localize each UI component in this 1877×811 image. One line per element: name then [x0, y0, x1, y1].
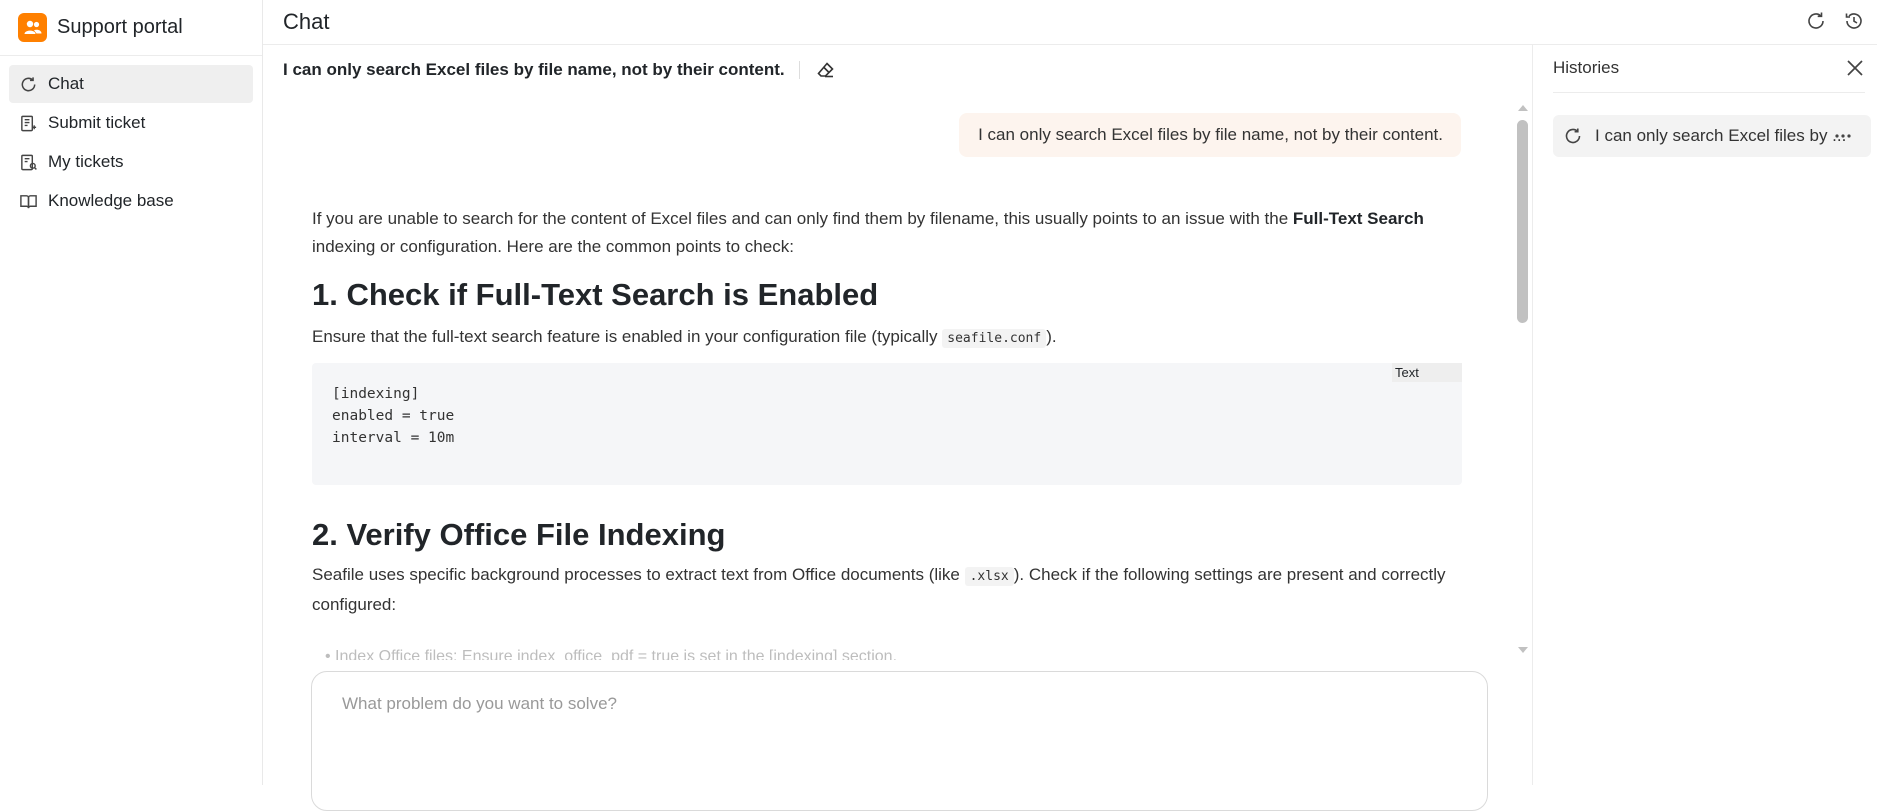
conversation[interactable]: I can only search Excel files by file na… — [263, 95, 1525, 660]
code-language-label: Text — [1392, 363, 1462, 382]
faded-bullet: • Index Office files: Ensure index_offic… — [325, 648, 898, 660]
sidebar-item-label: Submit ticket — [48, 113, 146, 132]
answer-intro: If you are unable to search for the cont… — [312, 205, 1462, 261]
assistant-answer: If you are unable to search for the cont… — [312, 205, 1462, 619]
sidebar-item-submit-ticket[interactable]: Submit ticket — [9, 104, 253, 142]
page-header: Chat — [263, 0, 1877, 45]
close-icon[interactable] — [1845, 58, 1865, 78]
answer-intro-bold: Full-Text Search — [1292, 209, 1424, 228]
eraser-icon[interactable] — [816, 60, 836, 80]
code-content: [indexing] enabled = true interval = 10m — [332, 386, 455, 446]
answer-paragraph-1: Ensure that the full-text search feature… — [312, 323, 1462, 353]
sidebar-item-label: Chat — [48, 74, 84, 93]
chat-subheader: I can only search Excel files by file na… — [283, 55, 836, 85]
sidebar-nav: Chat Submit ticket My tickets Knowledge … — [0, 56, 262, 220]
answer-paragraph-1-text: Ensure that the full-text search feature… — [312, 327, 943, 346]
new-chat-icon[interactable] — [1805, 10, 1827, 32]
inline-code: seafile.conf — [942, 329, 1047, 348]
tickets-icon — [18, 152, 38, 172]
history-icon[interactable] — [1843, 10, 1865, 32]
inline-code: .xlsx — [964, 567, 1014, 586]
history-item-label: I can only search Excel files by ... — [1595, 126, 1847, 145]
histories-title: Histories — [1553, 58, 1620, 77]
message-composer — [311, 671, 1488, 811]
scroll-up-arrow-icon[interactable] — [1517, 100, 1529, 111]
histories-header: Histories — [1553, 45, 1865, 93]
user-message: I can only search Excel files by file na… — [959, 113, 1461, 157]
divider — [798, 61, 800, 79]
message-input[interactable] — [340, 692, 1444, 756]
sidebar-item-knowledge-base[interactable]: Knowledge base — [9, 182, 253, 220]
sidebar-item-my-tickets[interactable]: My tickets — [9, 143, 253, 181]
support-portal-logo-icon — [18, 13, 47, 42]
sidebar-item-chat[interactable]: Chat — [9, 65, 253, 103]
history-item[interactable]: I can only search Excel files by ... — [1553, 115, 1871, 157]
book-icon — [18, 191, 38, 211]
scrollbar-thumb[interactable] — [1517, 120, 1528, 323]
chat-title: I can only search Excel files by file na… — [283, 60, 785, 79]
brand[interactable]: Support portal — [0, 0, 262, 56]
answer-intro-text: If you are unable to search for the cont… — [312, 209, 1293, 228]
sidebar-item-label: Knowledge base — [48, 191, 174, 210]
answer-paragraph-1-end: ). — [1046, 327, 1057, 346]
submit-ticket-icon — [18, 113, 38, 133]
answer-heading-1: 1. Check if Full-Text Search is Enabled — [312, 277, 879, 312]
scroll-down-arrow-icon[interactable] — [1517, 642, 1529, 653]
sidebar-item-label: My tickets — [48, 152, 124, 171]
sidebar: Support portal Chat Submit ticket My tic… — [0, 0, 263, 785]
more-options-icon[interactable] — [1833, 125, 1853, 145]
chat-refresh-icon — [18, 74, 38, 94]
answer-intro-text-2: indexing or configuration. Here are the … — [312, 237, 794, 256]
brand-title: Support portal — [57, 16, 183, 38]
answer-heading-2: 2. Verify Office File Indexing — [312, 517, 726, 552]
answer-paragraph-2-text: Seafile uses specific background process… — [312, 565, 965, 584]
answer-paragraph-2: Seafile uses specific background process… — [312, 561, 1462, 619]
page-title: Chat — [283, 9, 330, 34]
code-block: Text [indexing] enabled = true interval … — [312, 363, 1462, 485]
chat-refresh-icon — [1563, 126, 1583, 146]
histories-panel: Histories I can only search Excel files … — [1532, 45, 1877, 785]
